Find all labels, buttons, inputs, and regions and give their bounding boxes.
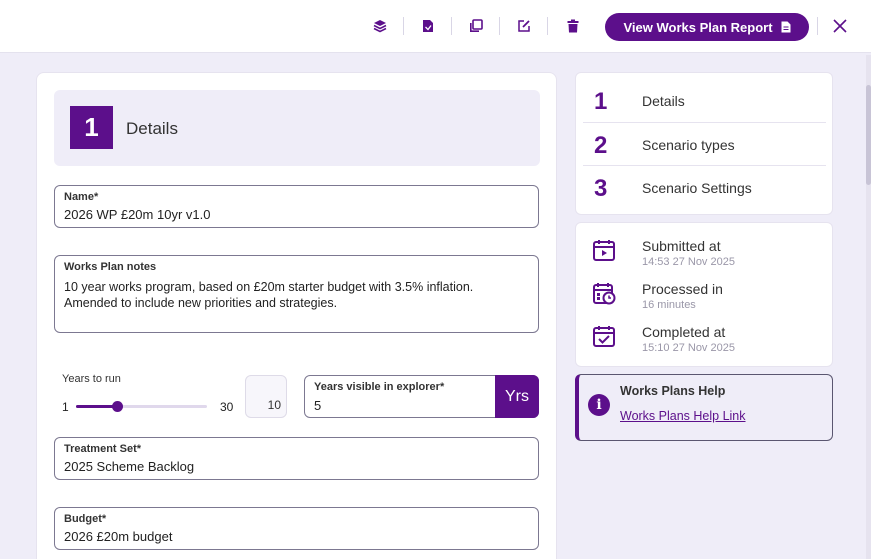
toolbar-divider bbox=[451, 17, 452, 35]
toolbar-divider bbox=[817, 17, 818, 35]
years-to-run-label: Years to run bbox=[62, 373, 121, 385]
calendar-check-icon bbox=[592, 324, 616, 348]
section-title: Details bbox=[126, 119, 178, 138]
budget-label: Budget* bbox=[64, 513, 107, 525]
name-value: 2026 WP £20m 10yr v1.0 bbox=[64, 207, 211, 222]
report-button-label: View Works Plan Report bbox=[623, 19, 773, 35]
slider-min-label: 1 bbox=[62, 400, 69, 414]
notes-value: 10 year works program, based on £20m sta… bbox=[64, 280, 474, 310]
close-icon[interactable] bbox=[831, 17, 849, 35]
status-card: Submitted at 14:53 27 Nov 2025 Processed… bbox=[575, 222, 833, 367]
step-number: 2 bbox=[594, 132, 608, 159]
section-number: 1 bbox=[70, 106, 113, 149]
top-toolbar: View Works Plan Report bbox=[0, 0, 871, 53]
slider-max-label: 30 bbox=[220, 400, 234, 414]
years-to-run-slider[interactable] bbox=[76, 401, 207, 412]
submitted-row: Submitted at 14:53 27 Nov 2025 bbox=[576, 231, 834, 275]
help-title: Works Plans Help bbox=[620, 384, 726, 398]
slider-thumb[interactable] bbox=[111, 401, 123, 412]
treatment-set-field[interactable]: Treatment Set* 2025 Scheme Backlog bbox=[54, 437, 539, 480]
years-visible-value: 5 bbox=[314, 398, 322, 413]
budget-field[interactable]: Budget* 2026 £20m budget bbox=[54, 507, 539, 550]
name-field[interactable]: Name* 2026 WP £20m 10yr v1.0 bbox=[54, 185, 539, 228]
details-form-card: 1 Details Name* 2026 WP £20m 10yr v1.0 W… bbox=[36, 72, 557, 559]
processed-row: Processed in 16 minutes bbox=[576, 274, 834, 318]
delete-icon[interactable] bbox=[564, 17, 582, 35]
step-label: Details bbox=[642, 93, 685, 109]
years-visible-field[interactable]: Years visible in explorer* 5 Yrs bbox=[304, 375, 539, 418]
layers-icon[interactable] bbox=[371, 17, 389, 35]
submitted-value: 14:53 27 Nov 2025 bbox=[642, 256, 735, 268]
toolbar-divider bbox=[547, 17, 548, 35]
notes-label: Works Plan notes bbox=[64, 261, 157, 273]
calendar-clock-icon bbox=[592, 281, 616, 305]
page-scrollbar[interactable] bbox=[866, 55, 871, 559]
step-details[interactable]: 1 Details bbox=[583, 79, 826, 122]
step-number: 1 bbox=[594, 88, 608, 115]
years-visible-label: Years visible in explorer* bbox=[314, 381, 445, 393]
section-header: 1 Details bbox=[54, 90, 540, 166]
report-document-icon bbox=[781, 21, 791, 33]
completed-row: Completed at 15:10 27 Nov 2025 bbox=[576, 317, 834, 361]
works-plan-notes-field[interactable]: Works Plan notes 10 year works program, … bbox=[54, 255, 539, 333]
document-icon[interactable] bbox=[419, 17, 437, 35]
calendar-play-icon bbox=[592, 238, 616, 262]
slider-fill bbox=[76, 405, 117, 408]
step-label: Scenario types bbox=[642, 137, 735, 153]
name-label: Name* bbox=[64, 191, 99, 203]
step-label: Scenario Settings bbox=[642, 180, 752, 196]
budget-value: 2026 £20m budget bbox=[64, 529, 173, 544]
step-number: 3 bbox=[594, 175, 608, 202]
steps-nav: 1 Details 2 Scenario types 3 Scenario Se… bbox=[575, 72, 833, 215]
treatment-set-label: Treatment Set* bbox=[64, 443, 142, 455]
edit-icon[interactable] bbox=[515, 17, 533, 35]
years-to-run-value[interactable]: 10 bbox=[245, 375, 287, 418]
info-icon: i bbox=[588, 394, 610, 416]
submitted-title: Submitted at bbox=[642, 238, 721, 254]
completed-value: 15:10 27 Nov 2025 bbox=[642, 342, 735, 354]
treatment-set-value: 2025 Scheme Backlog bbox=[64, 459, 195, 474]
completed-title: Completed at bbox=[642, 324, 726, 340]
step-scenario-types[interactable]: 2 Scenario types bbox=[583, 122, 826, 165]
help-card: i Works Plans Help Works Plans Help Link bbox=[575, 374, 833, 441]
copy-icon[interactable] bbox=[467, 17, 485, 35]
toolbar-divider bbox=[499, 17, 500, 35]
view-works-plan-report-button[interactable]: View Works Plan Report bbox=[605, 13, 809, 41]
scrollbar-thumb[interactable] bbox=[866, 85, 871, 185]
processed-value: 16 minutes bbox=[642, 299, 696, 311]
step-scenario-settings[interactable]: 3 Scenario Settings bbox=[583, 165, 826, 208]
help-link[interactable]: Works Plans Help Link bbox=[620, 409, 746, 423]
processed-title: Processed in bbox=[642, 281, 723, 297]
years-unit-badge: Yrs bbox=[495, 375, 539, 418]
toolbar-divider bbox=[403, 17, 404, 35]
